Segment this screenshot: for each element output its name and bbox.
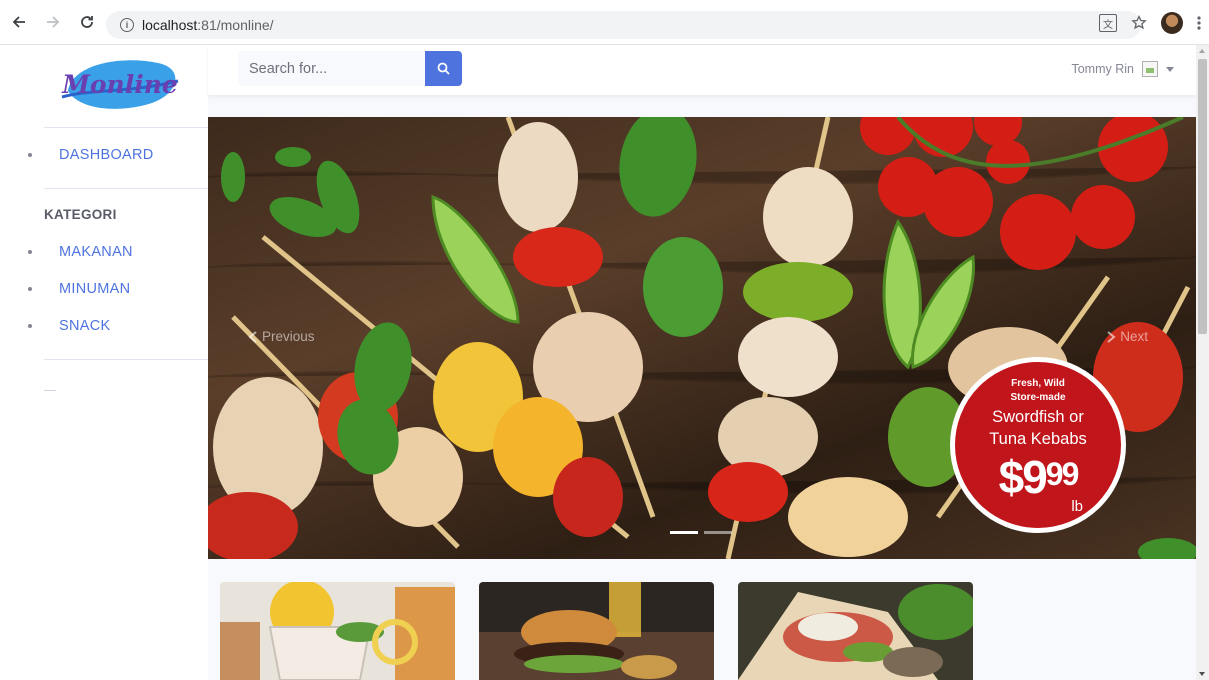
carousel-indicator[interactable] [704,531,732,534]
sidebar-divider [44,188,208,189]
logo-text: Monline [61,70,178,99]
sidebar: Monline DASHBOARD KATEGORI MAKANAN MINUM… [0,45,208,680]
sidebar-item-label: MAKANAN [59,244,133,260]
sidebar-divider [44,127,208,128]
forward-button[interactable] [42,11,64,33]
sidebar-item-snack[interactable]: SNACK [0,313,208,339]
sidebar-item-label: MINUMAN [59,281,131,297]
badge-line1: Fresh, Wild [1011,378,1065,389]
scrollbar-thumb[interactable] [1198,59,1207,334]
bullet [28,250,32,254]
banner-carousel[interactable]: Previous Next Fresh, Wild Store-made Swo… [208,117,1196,559]
bullet [28,153,32,157]
drink-image [220,582,455,680]
wrap-image [738,582,973,680]
profile-avatar[interactable] [1161,12,1183,34]
more-vert-icon[interactable] [1197,15,1201,31]
reload-button[interactable] [76,11,98,33]
chevron-down-icon [1166,66,1174,72]
badge-price: $999 [955,450,1121,504]
badge-dollars: $9 [998,451,1048,503]
sidebar-toggle[interactable] [44,390,56,391]
sidebar-item-label: DASHBOARD [59,147,154,163]
sidebar-item-makanan[interactable]: MAKANAN [0,239,208,265]
chevron-left-icon [248,330,257,343]
url-host: localhost [142,17,198,33]
arrow-left-icon [12,16,25,28]
back-button[interactable] [8,11,30,33]
badge-line2: Store-made [1010,392,1066,403]
address-bar[interactable]: i localhost:81/monline/ [106,11,1141,39]
browser-toolbar: i localhost:81/monline/ 文 [0,0,1209,45]
user-avatar-broken-image [1142,61,1158,77]
badge-unit: lb [1071,498,1083,515]
carousel-next-button[interactable]: Next [1106,329,1148,344]
carousel-next-label: Next [1120,329,1148,344]
product-card-wrap[interactable] [738,582,973,680]
user-name: Tommy Rin [1071,62,1134,76]
reload-icon [81,16,93,28]
sidebar-item-dashboard[interactable]: DASHBOARD [0,142,208,168]
scroll-down-icon[interactable] [1199,672,1205,676]
arrow-right-icon [47,16,60,28]
page-scrollbar[interactable] [1196,45,1209,680]
translate-icon[interactable]: 文 [1099,14,1117,32]
info-icon[interactable]: i [120,18,134,32]
badge-line4: Tuna Kebabs [989,430,1087,448]
product-card-burger[interactable] [479,582,714,680]
sidebar-item-label: SNACK [59,318,111,334]
search-button[interactable] [425,51,462,86]
carousel-prev-label: Previous [262,329,315,344]
url-path: :81/monline/ [197,17,274,33]
badge-line3: Swordfish or [992,408,1084,426]
product-card-drink[interactable] [220,582,455,680]
burger-image [479,582,714,680]
user-dropdown[interactable]: Tommy Rin [1071,61,1174,77]
carousel-prev-button[interactable]: Previous [248,329,315,344]
search-icon [437,62,450,75]
brand-logo[interactable]: Monline [60,53,184,113]
topbar: Tommy Rin [208,45,1196,95]
price-badge: Fresh, Wild Store-made Swordfish or Tuna… [950,357,1126,533]
sidebar-divider [44,359,208,360]
scroll-up-icon[interactable] [1199,49,1205,53]
bookmark-star-icon[interactable] [1131,15,1147,31]
bullet [28,324,32,328]
sidebar-heading: KATEGORI [44,207,117,222]
badge-cents: 99 [1045,456,1080,492]
carousel-indicators [670,531,732,534]
bullet [28,287,32,291]
sidebar-item-minuman[interactable]: MINUMAN [0,276,208,302]
carousel-indicator[interactable] [670,531,698,534]
search-input[interactable] [238,51,425,86]
chevron-right-icon [1107,330,1116,343]
